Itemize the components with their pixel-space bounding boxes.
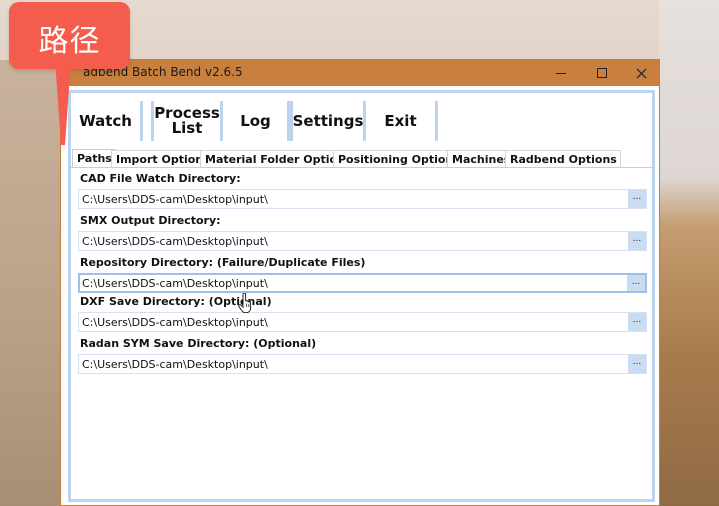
smx-output-value[interactable]: C:\Users\DDS-cam\Desktop\input\ xyxy=(82,235,268,248)
cad-watch-field[interactable]: C:\Users\DDS-cam\Desktop\input\ ... xyxy=(78,189,647,209)
close-button[interactable] xyxy=(622,60,660,86)
main-panel: Watch Process List Log Settings Exit Pat… xyxy=(68,90,655,502)
cad-watch-browse-button[interactable]: ... xyxy=(628,190,646,208)
dxf-save-field[interactable]: C:\Users\DDS-cam\Desktop\input\ ... xyxy=(78,312,647,332)
desktop-background-right xyxy=(659,0,719,506)
smx-output-field[interactable]: C:\Users\DDS-cam\Desktop\input\ ... xyxy=(78,231,647,251)
maximize-icon xyxy=(597,68,607,78)
watch-button[interactable]: Watch xyxy=(71,101,143,141)
app-window: adbend Batch Bend v2.6.5 Watch Process L… xyxy=(60,59,660,506)
cad-watch-value[interactable]: C:\Users\DDS-cam\Desktop\input\ xyxy=(82,193,268,206)
title-bar[interactable]: adbend Batch Bend v2.6.5 xyxy=(61,60,659,86)
tab-radbend-options[interactable]: Radbend Options xyxy=(505,150,621,167)
tab-positioning-options[interactable]: Positioning Options xyxy=(333,150,464,167)
process-list-button[interactable]: Process List xyxy=(151,101,223,141)
radan-sym-label: Radan SYM Save Directory: (Optional) xyxy=(80,337,317,350)
radan-sym-value[interactable]: C:\Users\DDS-cam\Desktop\input\ xyxy=(82,358,268,371)
smx-output-browse-button[interactable]: ... xyxy=(628,232,646,250)
radan-sym-browse-button[interactable]: ... xyxy=(628,355,646,373)
minimize-icon xyxy=(556,72,566,74)
callout-pointer xyxy=(55,60,71,145)
dxf-save-browse-button[interactable]: ... xyxy=(628,313,646,331)
close-icon xyxy=(636,68,646,78)
cad-watch-label: CAD File Watch Directory: xyxy=(80,172,241,185)
tab-paths[interactable]: Paths xyxy=(72,149,116,168)
radan-sym-field[interactable]: C:\Users\DDS-cam\Desktop\input\ ... xyxy=(78,354,647,374)
tab-import-options[interactable]: Import Options xyxy=(111,150,214,167)
toolbar: Watch Process List Log Settings Exit xyxy=(71,101,652,141)
repository-value[interactable]: C:\Users\DDS-cam\Desktop\input\ xyxy=(82,277,268,290)
repository-browse-button[interactable]: ... xyxy=(627,275,645,291)
log-button[interactable]: Log xyxy=(224,101,290,141)
callout-text: 路径 xyxy=(38,24,101,59)
tab-strip: Paths Import Options Material Folder Opt… xyxy=(71,149,652,168)
exit-button[interactable]: Exit xyxy=(366,101,438,141)
minimize-button[interactable] xyxy=(542,60,580,86)
dxf-save-value[interactable]: C:\Users\DDS-cam\Desktop\input\ xyxy=(82,316,268,329)
repository-label: Repository Directory: (Failure/Duplicate… xyxy=(80,256,366,269)
hand-pointer-icon xyxy=(238,293,252,313)
tab-divider xyxy=(71,167,652,168)
settings-button[interactable]: Settings xyxy=(290,101,366,141)
process-list-label: Process List xyxy=(154,104,220,137)
smx-output-label: SMX Output Directory: xyxy=(80,214,221,227)
repository-field[interactable]: C:\Users\DDS-cam\Desktop\input\ ... xyxy=(78,273,647,293)
maximize-button[interactable] xyxy=(583,60,621,86)
annotation-callout: 路径 xyxy=(9,2,130,69)
